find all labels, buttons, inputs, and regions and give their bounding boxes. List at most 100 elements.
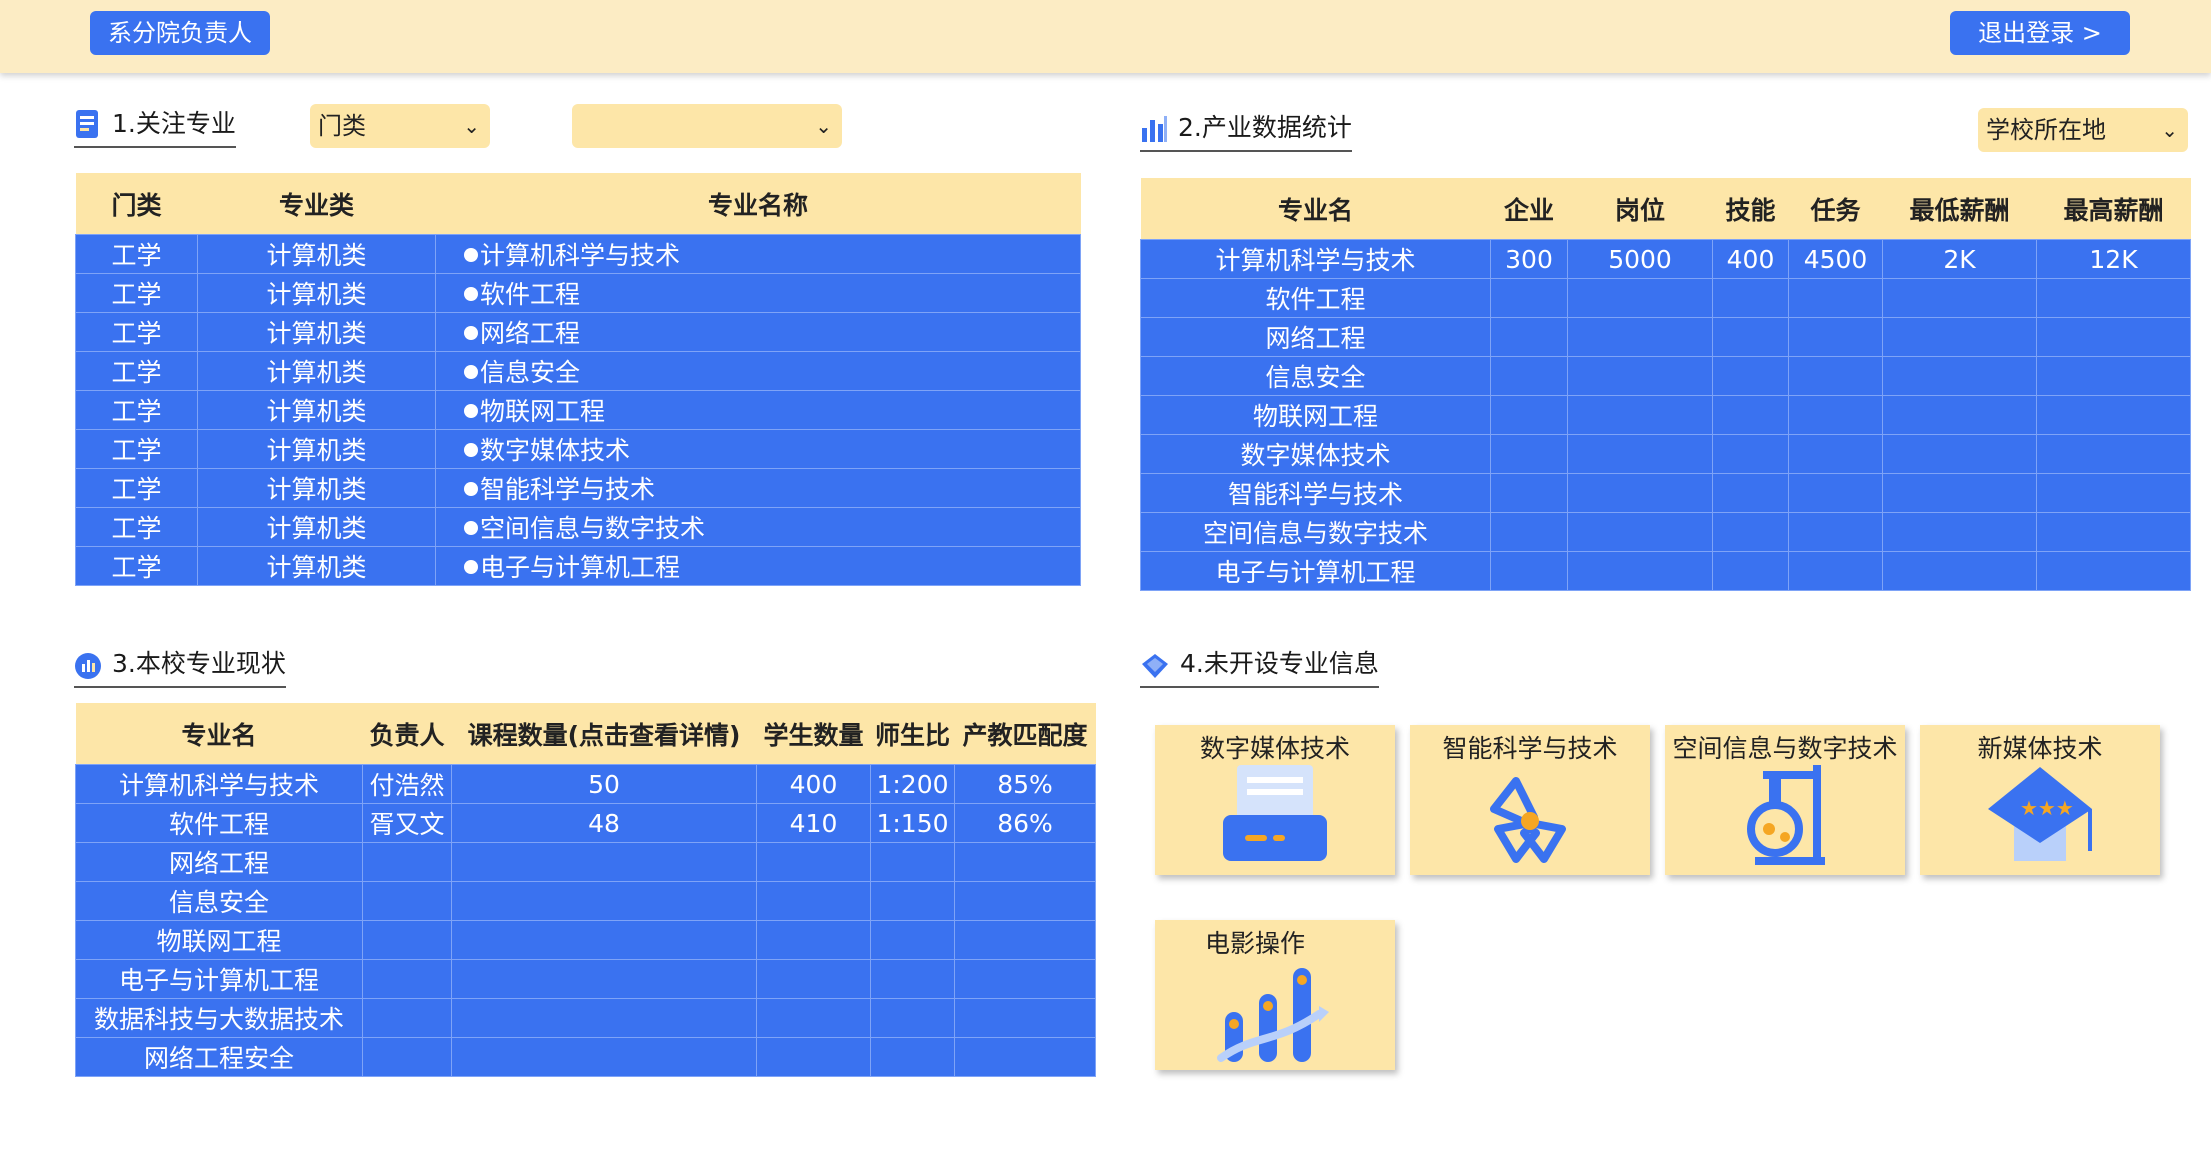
table-cell: 1:150 [870,803,955,843]
column-header: 专业类 [197,173,436,235]
table-cell: 86% [954,803,1096,843]
major-name: 网络工程 [480,319,581,348]
radiation-icon [1470,759,1590,871]
table-cell[interactable] [451,920,757,960]
table-row[interactable]: 工学 计算机类 软件工程 [75,273,1081,313]
major-card[interactable]: 数字媒体技术 [1155,725,1395,875]
bar-growth-icon [1215,954,1335,1066]
major-card[interactable]: 智能科学与技术 [1410,725,1650,875]
table-cell: 网络工程 [1140,317,1491,357]
table-cell [1490,512,1568,552]
table-cell: 工学 [75,390,198,430]
table-row[interactable]: 工学 计算机类 数字媒体技术 [75,429,1081,469]
bullet-icon [464,287,478,301]
table-cell [1882,551,2037,591]
category-select[interactable]: 门类 ⌄ [310,104,490,148]
table-row[interactable]: 工学 计算机类 智能科学与技术 [75,468,1081,508]
section-status-label: 3.本校专业现状 [112,649,286,678]
column-header: 专业名 [1140,178,1491,240]
table-cell [1788,278,1883,318]
table-cell[interactable] [451,959,757,999]
table-cell [1567,356,1713,396]
table-row[interactable]: 工学 计算机类 网络工程 [75,312,1081,352]
table-row[interactable]: 空间信息与数字技术 [1140,512,2191,552]
table-row[interactable]: 网络工程 [75,842,1096,882]
table-cell [756,920,871,960]
document-icon [74,108,102,140]
table-row[interactable]: 网络工程 [1140,317,2191,357]
table-row[interactable]: 工学 计算机类 信息安全 [75,351,1081,391]
table-cell: 计算机科学与技术 [1140,239,1491,279]
table-row[interactable]: 工学 计算机类 物联网工程 [75,390,1081,430]
table-cell [954,959,1096,999]
table-row[interactable]: 软件工程 [1140,278,2191,318]
table-cell [362,842,452,882]
table-row[interactable]: 网络工程安全 [75,1037,1096,1077]
major-card[interactable]: 空间信息与数字技术 [1665,725,1905,875]
table-cell: 电子与计算机工程 [75,959,363,999]
table-cell: 信息安全 [435,351,1081,391]
major-card[interactable]: 电影操作 [1155,920,1395,1070]
table-row[interactable]: 软件工程 胥又文 48 410 1:150 86% [75,803,1096,843]
table-cell[interactable] [451,881,757,921]
table-cell: 智能科学与技术 [1140,473,1491,513]
table-cell[interactable] [451,842,757,882]
table-cell: 电子与计算机工程 [435,546,1081,586]
table-cell[interactable] [451,1037,757,1077]
table-row[interactable]: 工学 计算机类 电子与计算机工程 [75,546,1081,586]
table-cell [1490,551,1568,591]
table-row[interactable]: 信息安全 [75,881,1096,921]
table-cell: 网络工程安全 [75,1037,363,1077]
table-row[interactable]: 电子与计算机工程 [1140,551,2191,591]
table-cell [870,881,955,921]
stats-badge-icon [74,652,102,680]
table-cell: 计算机类 [197,429,436,469]
table-cell [1712,512,1789,552]
table-cell [1788,395,1883,435]
major-card[interactable]: 新媒体技术 ★★★ [1920,725,2160,875]
table-cell: 工学 [75,273,198,313]
table-cell: 12K [2036,239,2191,279]
table-cell: 410 [756,803,871,843]
section-focus-label: 1.关注专业 [112,109,236,138]
table-cell [1490,317,1568,357]
table-row[interactable]: 数字媒体技术 [1140,434,2191,474]
table-row[interactable]: 计算机科学与技术 付浩然 50 400 1:200 85% [75,764,1096,804]
section-industry-title: 2.产业数据统计 [1140,108,1352,152]
table-header-row: 门类 专业类 专业名称 [75,173,1081,235]
subcategory-select[interactable]: ⌄ [572,104,842,148]
location-select[interactable]: 学校所在地 ⌄ [1978,108,2188,152]
table-cell: 计算机科学与技术 [435,234,1081,274]
table-cell [362,998,452,1038]
section-focus-title: 1.关注专业 [74,104,236,148]
table-cell [1712,473,1789,513]
table-cell[interactable] [451,998,757,1038]
table-row[interactable]: 物联网工程 [1140,395,2191,435]
table-cell[interactable]: 50 [451,764,757,804]
location-select-value: 学校所在地 [1986,116,2106,144]
table-cell: 计算机类 [197,312,436,352]
table-cell: 工学 [75,507,198,547]
table-row[interactable]: 物联网工程 [75,920,1096,960]
table-cell: 空间信息与数字技术 [435,507,1081,547]
table-cell [756,1037,871,1077]
table-row[interactable]: 计算机科学与技术 300 5000 400 4500 2K 12K [1140,239,2191,279]
table-cell [1882,512,2037,552]
table-cell: 计算机类 [197,351,436,391]
table-row[interactable]: 工学 计算机类 计算机科学与技术 [75,234,1081,274]
column-header: 课程数量(点击查看详情) [451,703,757,765]
table-cell: 智能科学与技术 [435,468,1081,508]
table-cell: 软件工程 [75,803,363,843]
table-row[interactable]: 电子与计算机工程 [75,959,1096,999]
table-cell [1712,551,1789,591]
role-button[interactable]: 系分院负责人 [90,11,270,55]
table-row[interactable]: 数据科技与大数据技术 [75,998,1096,1038]
table-row[interactable]: 智能科学与技术 [1140,473,2191,513]
table-cell[interactable]: 48 [451,803,757,843]
table-row[interactable]: 工学 计算机类 空间信息与数字技术 [75,507,1081,547]
table-cell: 工学 [75,312,198,352]
logout-button[interactable]: 退出登录 > [1950,11,2130,55]
status-table: 专业名 负责人 课程数量(点击查看详情) 学生数量 师生比 产教匹配度 计算机科… [75,703,1096,1077]
table-row[interactable]: 信息安全 [1140,356,2191,396]
table-cell [1882,395,2037,435]
